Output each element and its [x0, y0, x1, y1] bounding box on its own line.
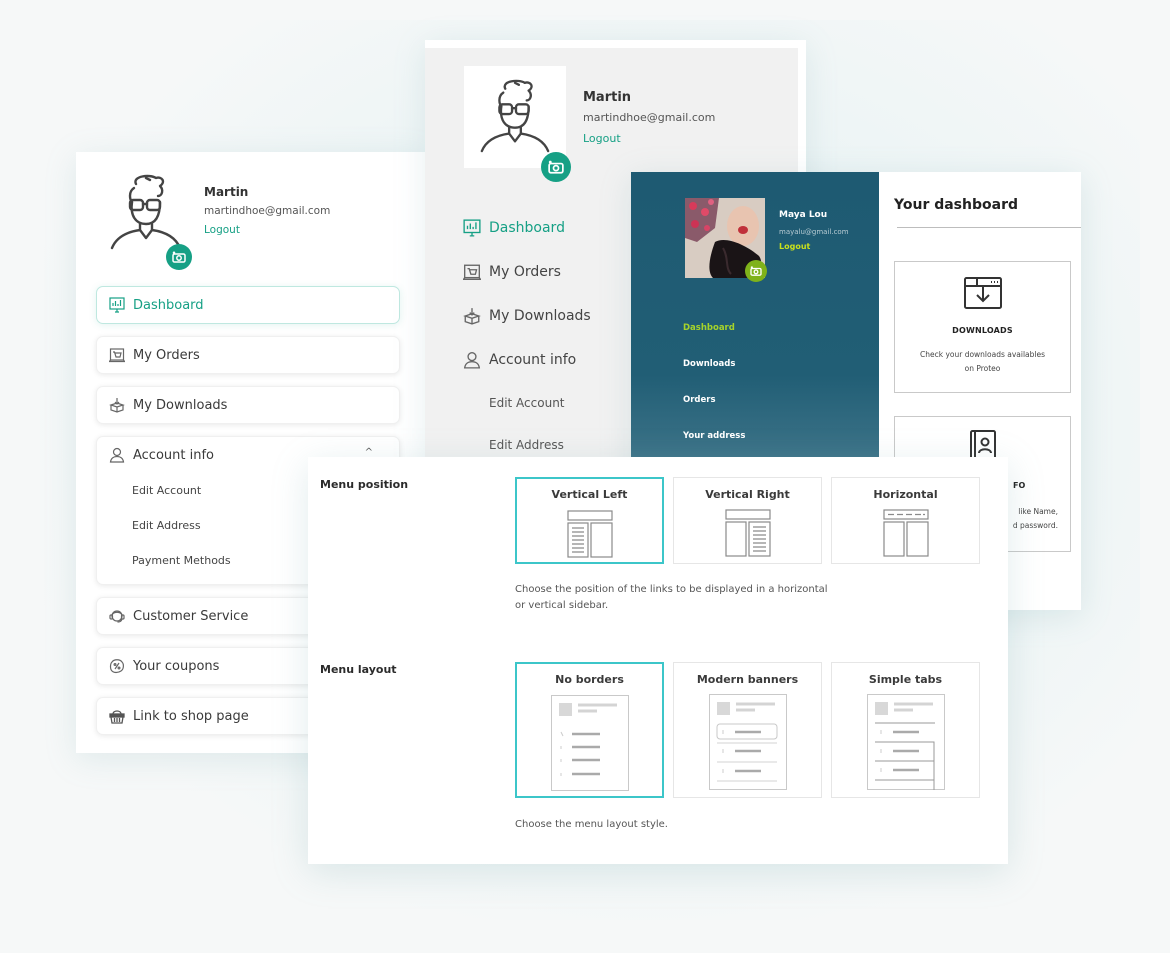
option-no-borders[interactable]: No borders	[515, 662, 664, 798]
menu-item-label: Account info	[489, 352, 577, 368]
menu-item-my-orders[interactable]: My Orders	[463, 250, 591, 294]
logout-link[interactable]: Logout	[204, 224, 240, 236]
dashboard-chart-icon	[463, 219, 481, 237]
logout-link[interactable]: Logout	[779, 242, 810, 251]
menu-position-help: Choose the position of the links to be d…	[515, 582, 828, 614]
layout-modern-banners-icon	[708, 694, 787, 790]
menu-item-label: My Downloads	[133, 397, 228, 413]
menu-layout-label: Menu layout	[320, 663, 397, 676]
dark-sidebar: Maya Lou mayalu@gmail.com Logout Dashboa…	[631, 172, 879, 462]
download-window-icon	[964, 277, 1002, 309]
menu-item-label: My Orders	[489, 264, 561, 280]
menu-item-label: Link to shop page	[133, 708, 249, 724]
user-email: martindhoe@gmail.com	[583, 111, 716, 124]
menu-item-orders[interactable]: Orders	[683, 382, 745, 418]
card-description-line: like Name,	[1018, 507, 1058, 516]
user-email: mayalu@gmail.com	[779, 228, 849, 236]
layout-no-borders-icon	[550, 695, 629, 791]
menu-position-label: Menu position	[320, 478, 409, 491]
option-horizontal[interactable]: Horizontal	[831, 477, 980, 564]
dashboard-title: Your dashboard	[894, 197, 1018, 213]
card-title: DOWNLOADS	[952, 326, 1013, 335]
change-avatar-button[interactable]	[745, 260, 767, 282]
menu-layout-help: Choose the menu layout style.	[515, 819, 668, 830]
user-email: martindhoe@gmail.com	[204, 205, 331, 217]
option-label: Vertical Left	[551, 488, 628, 501]
divider	[897, 227, 1081, 228]
cart-icon	[463, 263, 481, 281]
menu-item-downloads[interactable]: Downloads	[683, 346, 745, 382]
menu-item-dashboard[interactable]: Dashboard	[96, 286, 400, 324]
option-label: Vertical Right	[705, 488, 790, 501]
basket-icon	[109, 708, 125, 724]
menu-layout-options: No borders Modern banners Simple tabs	[515, 662, 980, 798]
user-icon	[463, 351, 481, 369]
downloads-card[interactable]: DOWNLOADS Check your downloads available…	[894, 261, 1071, 393]
menu-item-my-downloads[interactable]: My Downloads	[463, 294, 591, 338]
camera-add-icon	[548, 160, 564, 174]
menu-item-label: Account info	[133, 447, 215, 463]
menu-position-options: Vertical Left Vertical Right Horizontal	[515, 477, 980, 564]
option-vertical-left[interactable]: Vertical Left	[515, 477, 664, 564]
cart-icon	[109, 347, 125, 363]
change-avatar-button[interactable]	[166, 244, 192, 270]
menu-item-my-downloads[interactable]: My Downloads	[96, 386, 400, 424]
user-avatar-icon	[480, 79, 550, 153]
menu-item-label: Dashboard	[133, 297, 204, 313]
menu-settings-panel: Menu position Vertical Left Vertical Rig…	[308, 457, 1008, 864]
change-avatar-button[interactable]	[541, 152, 571, 182]
option-label: Horizontal	[873, 488, 938, 501]
support-icon	[109, 608, 125, 624]
user-avatar-icon	[110, 174, 182, 250]
card-description: like Name, d password.	[1013, 505, 1058, 533]
card-description-line: on Proteo	[964, 364, 1001, 373]
card-title: FO	[1013, 481, 1026, 490]
menu-item-label: Your coupons	[133, 658, 220, 674]
card-description-line: d password.	[1012, 521, 1058, 530]
card-description-line: Check your downloads availables	[919, 350, 1046, 359]
help-text-line: or vertical sidebar.	[515, 600, 609, 611]
account-menu: Dashboard My Orders My Downloads Account…	[463, 206, 591, 466]
layout-vertical-right-icon	[724, 509, 771, 557]
menu-item-dashboard[interactable]: Dashboard	[463, 206, 591, 250]
download-box-icon	[463, 307, 481, 325]
coupon-icon	[109, 658, 125, 674]
account-menu: Dashboard Downloads Orders Your address	[683, 310, 745, 454]
download-box-icon	[109, 397, 125, 413]
menu-item-dashboard[interactable]: Dashboard	[683, 310, 745, 346]
dashboard-chart-icon	[109, 297, 125, 313]
logout-link[interactable]: Logout	[583, 132, 621, 145]
menu-item-label: Customer Service	[133, 608, 249, 624]
layout-simple-tabs-icon	[866, 694, 945, 790]
menu-item-my-orders[interactable]: My Orders	[96, 336, 400, 374]
layout-vertical-left-icon	[566, 510, 613, 558]
user-name: Martin	[204, 185, 249, 199]
user-name: Maya Lou	[779, 210, 828, 220]
option-modern-banners[interactable]: Modern banners	[673, 662, 822, 798]
user-icon	[109, 447, 125, 463]
camera-add-icon	[750, 266, 762, 276]
submenu-item-edit-account[interactable]: Edit Account	[463, 382, 591, 424]
menu-item-label: My Downloads	[489, 308, 591, 324]
option-simple-tabs[interactable]: Simple tabs	[831, 662, 980, 798]
menu-item-label: My Orders	[133, 347, 200, 363]
camera-add-icon	[172, 251, 186, 263]
user-name: Martin	[583, 90, 632, 105]
option-label: Modern banners	[696, 673, 799, 686]
menu-item-account-info[interactable]: Account info	[463, 338, 591, 382]
help-text-line: Choose the position of the links to be d…	[515, 584, 828, 595]
option-vertical-right[interactable]: Vertical Right	[673, 477, 822, 564]
card-description: Check your downloads availables on Prote…	[909, 348, 1056, 376]
menu-item-label: Dashboard	[489, 220, 565, 236]
layout-horizontal-icon	[882, 509, 929, 557]
option-label: Simple tabs	[868, 673, 943, 686]
option-label: No borders	[555, 673, 624, 686]
menu-item-your-address[interactable]: Your address	[683, 418, 745, 454]
